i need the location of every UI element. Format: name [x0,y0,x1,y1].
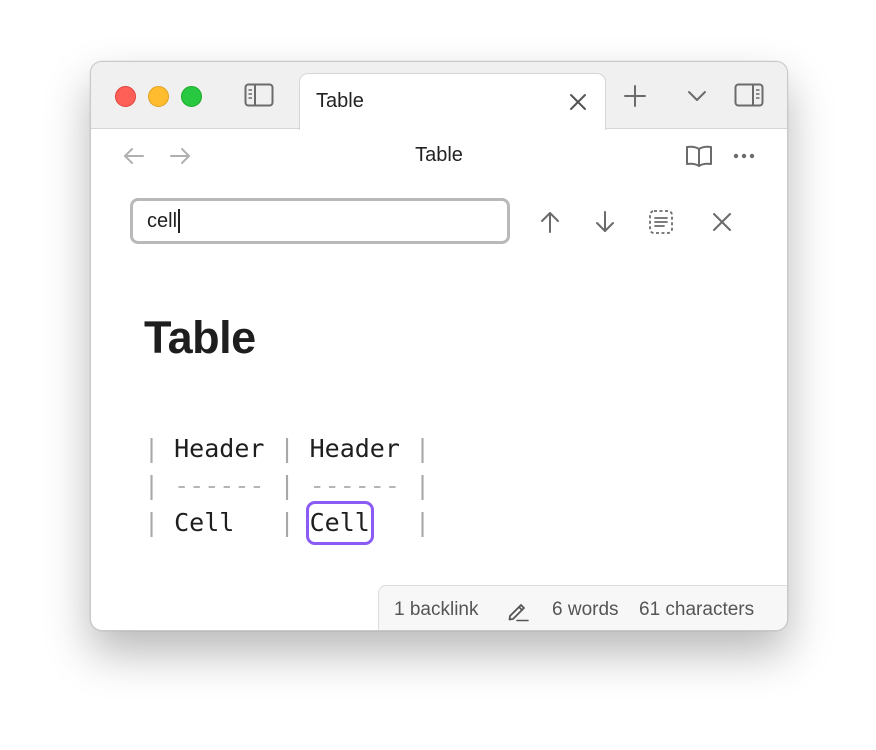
close-window-button[interactable] [115,86,136,107]
close-tab-icon[interactable] [566,90,590,114]
title-bar: Table [91,62,787,130]
chevron-down-icon[interactable] [683,84,711,108]
tab-table[interactable]: Table [299,73,606,130]
minimize-window-button[interactable] [148,86,169,107]
sidebar-right-icon[interactable] [731,80,767,110]
table-row-body: | Cell | Cell | [144,501,431,545]
arrow-down-icon[interactable] [591,208,619,236]
table-pipe: | [279,471,295,500]
word-count: 6 words [552,599,619,620]
table-pipe: | [144,434,160,463]
app-window: Table Table cell Table | Header | Header… [90,61,788,631]
search-query: cell [147,209,178,232]
zoom-window-button[interactable] [181,86,202,107]
sidebar-left-icon[interactable] [241,80,277,110]
text-caret [178,209,181,233]
plus-icon[interactable] [621,82,649,110]
search-input[interactable]: cell [130,198,510,244]
close-search-icon[interactable] [709,209,735,235]
table-pipe: | [414,434,431,463]
table-pipe: | [279,508,295,537]
table-pipe: | [279,434,295,463]
backlinks-count[interactable]: 1 backlink [394,599,479,621]
status-bar: 1 backlink 6 words 61 characters [378,585,787,630]
table-pipe: | [144,508,160,537]
select-all-icon[interactable] [645,207,677,237]
arrow-up-icon[interactable] [536,208,564,236]
table-cell: Cell [159,508,280,537]
book-icon[interactable] [683,142,715,170]
character-count: 61 characters [639,599,755,620]
table-separator: ------ [294,471,415,500]
table-row-header: | Header | Header | [144,431,430,467]
tab-title: Table [316,90,364,112]
more-options-icon[interactable] [730,144,758,168]
search-match-highlight: Cell [305,501,374,545]
table-pipe: | [414,508,431,537]
table-separator: ------ [159,471,280,500]
pencil-icon[interactable] [505,598,531,624]
table-cell: Header [294,434,415,463]
table-cell: Header [159,434,280,463]
table-pipe: | [414,471,431,500]
table-pipe: | [144,471,160,500]
table-row-separator: | ------ | ------ | [144,468,430,504]
document-heading: Table [144,312,256,363]
